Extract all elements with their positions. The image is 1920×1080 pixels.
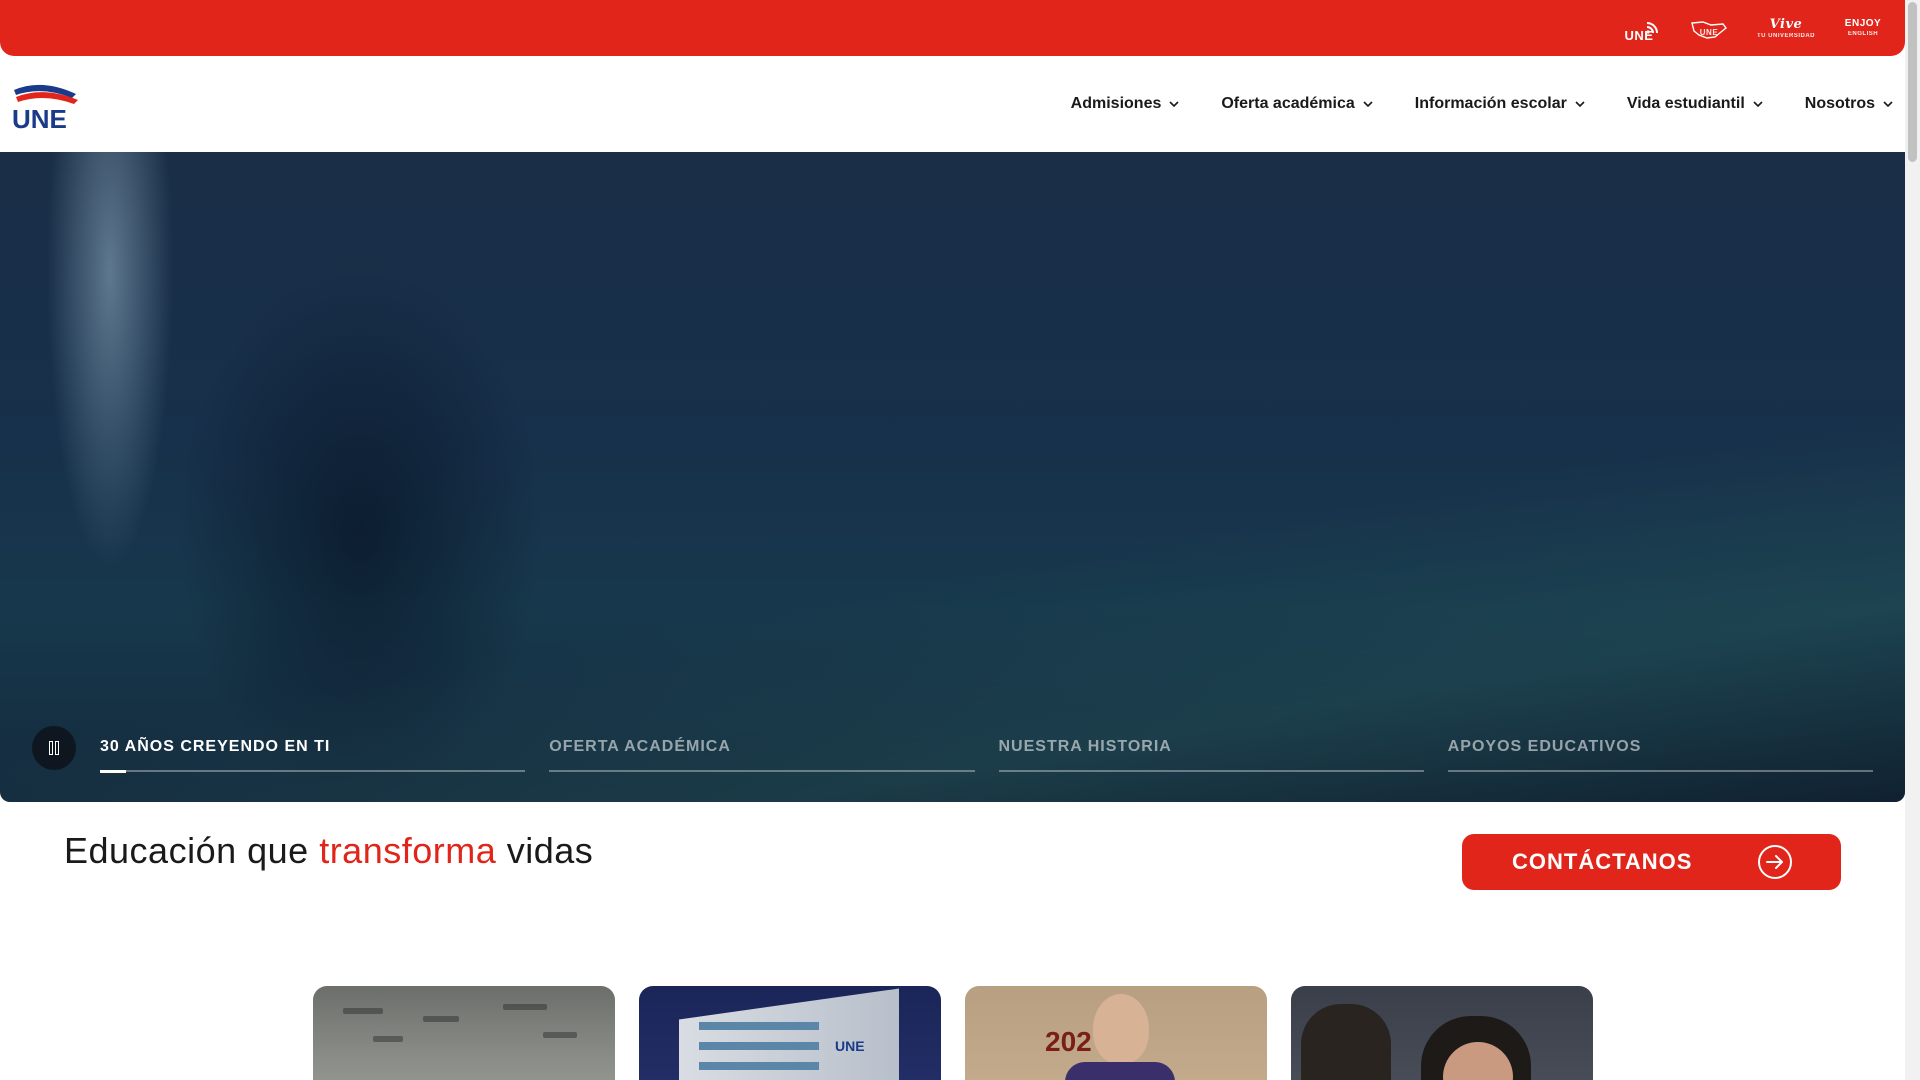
tagline: Educación que transforma vidas bbox=[64, 830, 593, 872]
slide-tab-30-anos[interactable]: 30 AÑOS CREYENDO EN TI bbox=[100, 738, 526, 773]
nav-item-nosotros[interactable]: Nosotros bbox=[1805, 95, 1893, 113]
window-row bbox=[699, 1042, 819, 1050]
student-photo bbox=[1301, 1004, 1391, 1080]
arrow-right-circle-icon bbox=[1758, 845, 1792, 879]
page-scrollbar[interactable] bbox=[1905, 0, 1920, 1080]
ceiling-light bbox=[373, 1036, 403, 1042]
chevron-down-icon bbox=[1169, 101, 1179, 108]
brand-link-une-map[interactable]: UNE bbox=[1687, 11, 1731, 45]
nav-item-informacion-escolar[interactable]: Información escolar bbox=[1415, 95, 1585, 113]
chevron-down-icon bbox=[1575, 101, 1585, 108]
brand-link-une-en-linea[interactable]: UNE bbox=[1617, 11, 1661, 45]
ceiling-light bbox=[343, 1008, 383, 1014]
window-row bbox=[699, 1022, 819, 1030]
graduate-gown bbox=[1065, 1062, 1175, 1080]
nav-item-admisiones[interactable]: Admisiones bbox=[1071, 95, 1180, 113]
contactanos-button[interactable]: CONTÁCTANOS bbox=[1462, 834, 1841, 890]
cta-label: CONTÁCTANOS bbox=[1512, 849, 1693, 874]
brand-text: UNE bbox=[1624, 27, 1654, 43]
brand-link-vive-tu-universidad[interactable]: Vive TU UNIVERSIDAD bbox=[1757, 11, 1815, 45]
feature-card-campus[interactable]: UNE bbox=[639, 986, 941, 1080]
chevron-down-icon bbox=[1883, 101, 1893, 108]
slide-progress-track bbox=[100, 770, 526, 772]
window-row bbox=[699, 1062, 819, 1070]
hero-video[interactable]: 30 AÑOS CREYENDO EN TI OFERTA ACADÉMICA … bbox=[0, 152, 1905, 802]
feature-card-graduate[interactable]: 202 bbox=[965, 986, 1267, 1080]
une-logo[interactable]: UNE bbox=[12, 80, 84, 134]
nav-item-label: Admisiones bbox=[1070, 95, 1162, 112]
scrollbar-thumb[interactable] bbox=[1908, 2, 1917, 162]
slide-progress-track bbox=[998, 770, 1424, 772]
tagline-part2: vidas bbox=[496, 830, 594, 871]
slide-progress-bar bbox=[100, 770, 126, 773]
slide-tab-apoyos-educativos[interactable]: APOYOS EDUCATIVOS bbox=[1447, 738, 1873, 772]
slide-tab-label: NUESTRA HISTORIA bbox=[998, 738, 1172, 755]
brand-subtext: ENGLISH bbox=[1847, 31, 1879, 37]
slide-progress-track bbox=[549, 770, 975, 772]
chevron-down-icon bbox=[1753, 101, 1763, 108]
brand-text: ENJOY bbox=[1844, 18, 1882, 29]
ceiling-light bbox=[423, 1016, 459, 1022]
feature-card-classroom[interactable] bbox=[313, 986, 615, 1080]
slide-tab-nuestra-historia[interactable]: NUESTRA HISTORIA bbox=[998, 738, 1424, 772]
building-sign: UNE bbox=[835, 1038, 865, 1054]
top-bar: UNE UNE Vive TU UNIVERSIDAD ENJOY ENGLIS… bbox=[0, 0, 1905, 56]
nav-item-label: Información escolar bbox=[1414, 95, 1567, 112]
nav-item-label: Vida estudiantil bbox=[1626, 95, 1745, 112]
brand-text: Vive bbox=[1769, 16, 1803, 32]
tagline-part1: Educación que bbox=[64, 830, 320, 871]
brand-link-enjoy-english[interactable]: ENJOY ENGLISH bbox=[1841, 11, 1885, 45]
pause-icon-bar bbox=[49, 741, 53, 755]
nav-menu: Admisiones Oferta académica Información … bbox=[1071, 56, 1893, 152]
slide-tabs: 30 AÑOS CREYENDO EN TI OFERTA ACADÉMICA … bbox=[100, 738, 1873, 773]
graduate-photo bbox=[1093, 994, 1149, 1064]
nav-item-label: Nosotros bbox=[1804, 95, 1875, 112]
slide-progress-track bbox=[1447, 770, 1873, 772]
slide-tab-oferta-academica[interactable]: OFERTA ACADÉMICA bbox=[549, 738, 975, 772]
ceiling-light bbox=[543, 1032, 577, 1038]
slide-tab-label: 30 AÑOS CREYENDO EN TI bbox=[100, 738, 331, 755]
une-logo-icon: UNE bbox=[12, 84, 78, 134]
pause-button[interactable] bbox=[32, 726, 76, 770]
logo-text: UNE bbox=[12, 104, 67, 130]
nav-item-vida-estudiantil[interactable]: Vida estudiantil bbox=[1627, 95, 1763, 113]
main-nav: UNE Admisiones Oferta académica Informac… bbox=[0, 56, 1905, 152]
feature-cards: UNE 202 bbox=[313, 986, 1593, 1080]
brand-subtext: TU UNIVERSIDAD bbox=[1756, 32, 1815, 39]
slide-tab-label: APOYOS EDUCATIVOS bbox=[1447, 738, 1642, 755]
banner-year: 202 bbox=[1045, 1026, 1092, 1057]
nav-item-oferta-academica[interactable]: Oferta académica bbox=[1221, 95, 1373, 113]
ceiling-light bbox=[503, 1004, 547, 1010]
feature-card-students[interactable] bbox=[1291, 986, 1593, 1080]
chevron-down-icon bbox=[1363, 101, 1373, 108]
pause-icon-bar bbox=[55, 741, 59, 755]
brand-text: UNE bbox=[1699, 28, 1719, 37]
tagline-accent: transforma bbox=[319, 830, 497, 871]
nav-item-label: Oferta académica bbox=[1221, 95, 1355, 112]
slide-tab-label: OFERTA ACADÉMICA bbox=[549, 738, 731, 755]
